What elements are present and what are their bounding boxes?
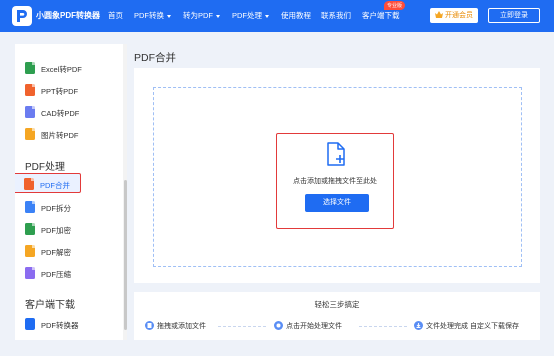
chevron-down-icon <box>216 14 220 18</box>
sidebar-heading-pdf-process: PDF处理 <box>25 162 65 173</box>
chevron-down-icon <box>167 14 171 18</box>
file-icon <box>145 320 154 330</box>
step-divider <box>359 326 407 327</box>
sidebar-item-excel-to-pdf[interactable]: Excel转PDF <box>15 58 123 78</box>
sidebar-item-pdf-converter-client[interactable]: PDF转换器 <box>15 314 123 334</box>
app-logo-icon[interactable] <box>12 6 32 26</box>
drop-hint-text: 点击添加或拖拽文件至此处 <box>293 178 377 185</box>
sidebar-item-pdf-merge[interactable]: PDF合并 <box>15 173 81 193</box>
nav-pdf-process[interactable]: PDF处理 <box>232 10 269 21</box>
nav-tutorial[interactable]: 使用教程 <box>281 10 311 21</box>
encrypt-icon <box>25 223 35 235</box>
step-3: 文件处理完成 自定义下载保存 <box>414 320 519 331</box>
cad-icon <box>25 106 35 118</box>
excel-icon <box>25 62 35 74</box>
open-vip-button[interactable]: 开通会员 <box>430 8 478 23</box>
sidebar-item-pdf-decrypt[interactable]: PDF解密 <box>15 241 123 261</box>
nav-client-download[interactable]: 客户端下载 <box>362 10 400 21</box>
page-title: PDF合并 <box>134 52 176 64</box>
sidebar-item-image-to-pdf[interactable]: 图片转PDF <box>15 124 123 144</box>
image-icon <box>25 128 35 140</box>
sidebar-item-pdf-split[interactable]: PDF拆分 <box>15 197 123 217</box>
app-logo-icon <box>25 318 35 330</box>
steps-title: 轻松三步搞定 <box>314 300 360 309</box>
nav-pdf-convert[interactable]: PDF转换 <box>134 10 171 21</box>
decrypt-icon <box>25 245 35 257</box>
pro-badge: 专业版 <box>384 1 406 10</box>
click-icon <box>274 320 283 330</box>
download-icon <box>414 320 423 330</box>
sidebar-scrollbar-thumb[interactable] <box>124 180 127 330</box>
chevron-down-icon <box>265 14 269 18</box>
step-2: 点击开始处理文件 <box>274 320 342 331</box>
sidebar-item-pdf-compress[interactable]: PDF压缩 <box>15 263 123 283</box>
ppt-icon <box>25 84 35 96</box>
nav-home[interactable]: 首页 <box>108 10 123 21</box>
select-file-button[interactable]: 选择文件 <box>305 194 369 212</box>
top-navbar: 小圆象PDF转换器 首页 PDF转换 转为PDF PDF处理 使用教程 联系我们… <box>0 0 554 32</box>
nav-to-pdf[interactable]: 转为PDF <box>183 10 220 21</box>
sidebar-item-cad-to-pdf[interactable]: CAD转PDF <box>15 102 123 122</box>
brand-name[interactable]: 小圆象PDF转换器 <box>36 10 100 21</box>
crown-icon <box>435 11 443 19</box>
merge-icon <box>24 178 34 190</box>
compress-icon <box>25 267 35 279</box>
nav-contact[interactable]: 联系我们 <box>321 10 351 21</box>
split-icon <box>25 201 35 213</box>
sidebar-heading-client-download: 客户端下载 <box>25 300 75 311</box>
sidebar-item-pdf-encrypt[interactable]: PDF加密 <box>15 219 123 239</box>
sidebar: Excel转PDF PPT转PDF CAD转PDF 图片转PDF PDF处理 P… <box>15 44 127 340</box>
add-file-icon <box>326 142 346 168</box>
step-divider <box>218 326 266 327</box>
login-button[interactable]: 立即登录 <box>488 8 540 23</box>
step-1: 拖拽或添加文件 <box>145 320 206 331</box>
sidebar-item-ppt-to-pdf[interactable]: PPT转PDF <box>15 80 123 100</box>
